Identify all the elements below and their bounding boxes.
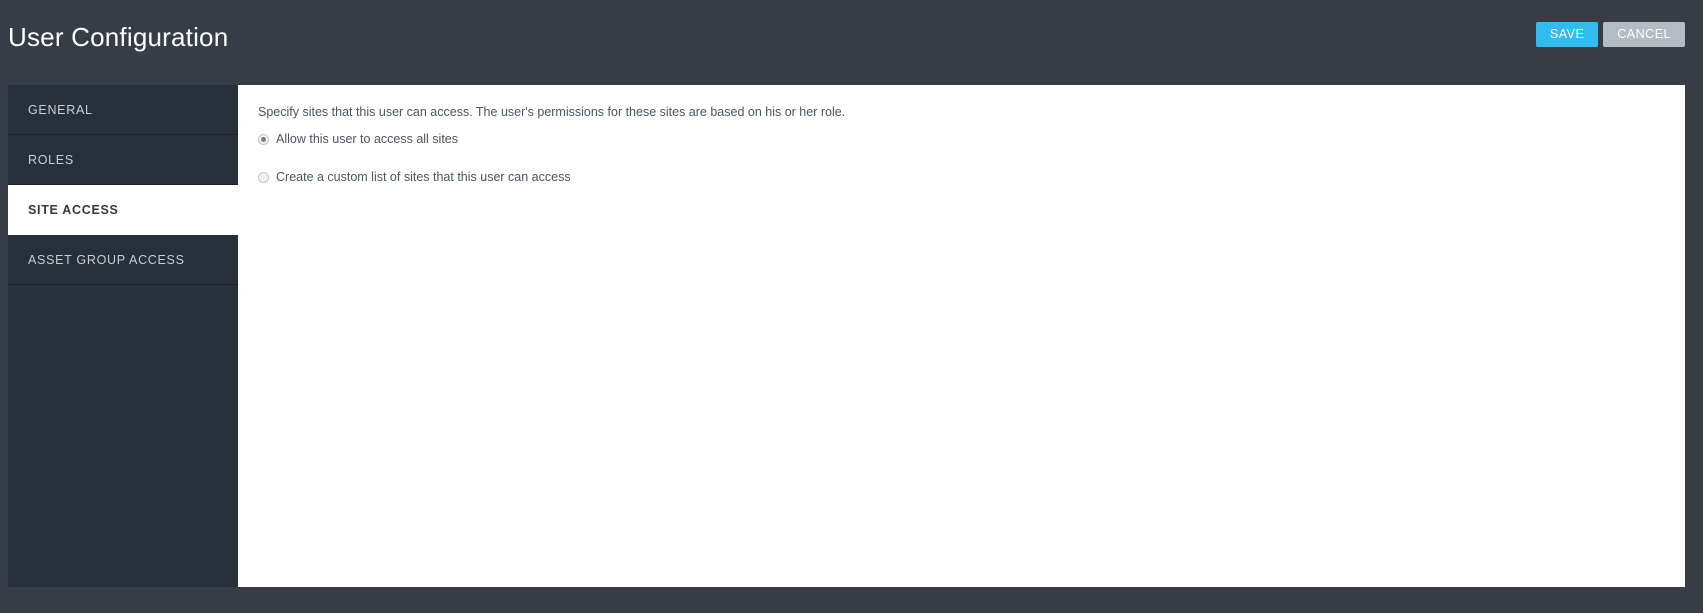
header-actions: SAVE CANCEL: [1535, 22, 1685, 47]
site-access-description: Specify sites that this user can access.…: [258, 105, 846, 119]
sidebar-item-roles[interactable]: ROLES: [8, 135, 238, 185]
radio-all-sites-icon[interactable]: [258, 134, 269, 145]
page-header: User Configuration SAVE CANCEL: [0, 0, 1703, 85]
site-access-panel: Specify sites that this user can access.…: [238, 85, 1685, 587]
option-all-sites-label: Allow this user to access all sites: [276, 132, 459, 146]
sidebar-item-general[interactable]: GENERAL: [8, 85, 238, 135]
option-custom-list[interactable]: Create a custom list of sites that this …: [258, 170, 571, 185]
radio-custom-list-icon[interactable]: [258, 172, 269, 183]
sidebar-item-site-access[interactable]: SITE ACCESS: [8, 185, 240, 235]
sidebar-item-asset-group-access[interactable]: ASSET GROUP ACCESS: [8, 235, 238, 285]
cancel-button[interactable]: CANCEL: [1603, 22, 1685, 47]
option-custom-list-label: Create a custom list of sites that this …: [276, 170, 571, 184]
page-title: User Configuration: [8, 22, 229, 52]
user-configuration-page: User Configuration SAVE CANCEL GENERAL R…: [0, 0, 1703, 613]
save-button[interactable]: SAVE: [1535, 22, 1599, 47]
sidebar-nav: GENERAL ROLES SITE ACCESS ASSET GROUP AC…: [8, 85, 240, 587]
option-all-sites[interactable]: Allow this user to access all sites: [258, 132, 458, 147]
